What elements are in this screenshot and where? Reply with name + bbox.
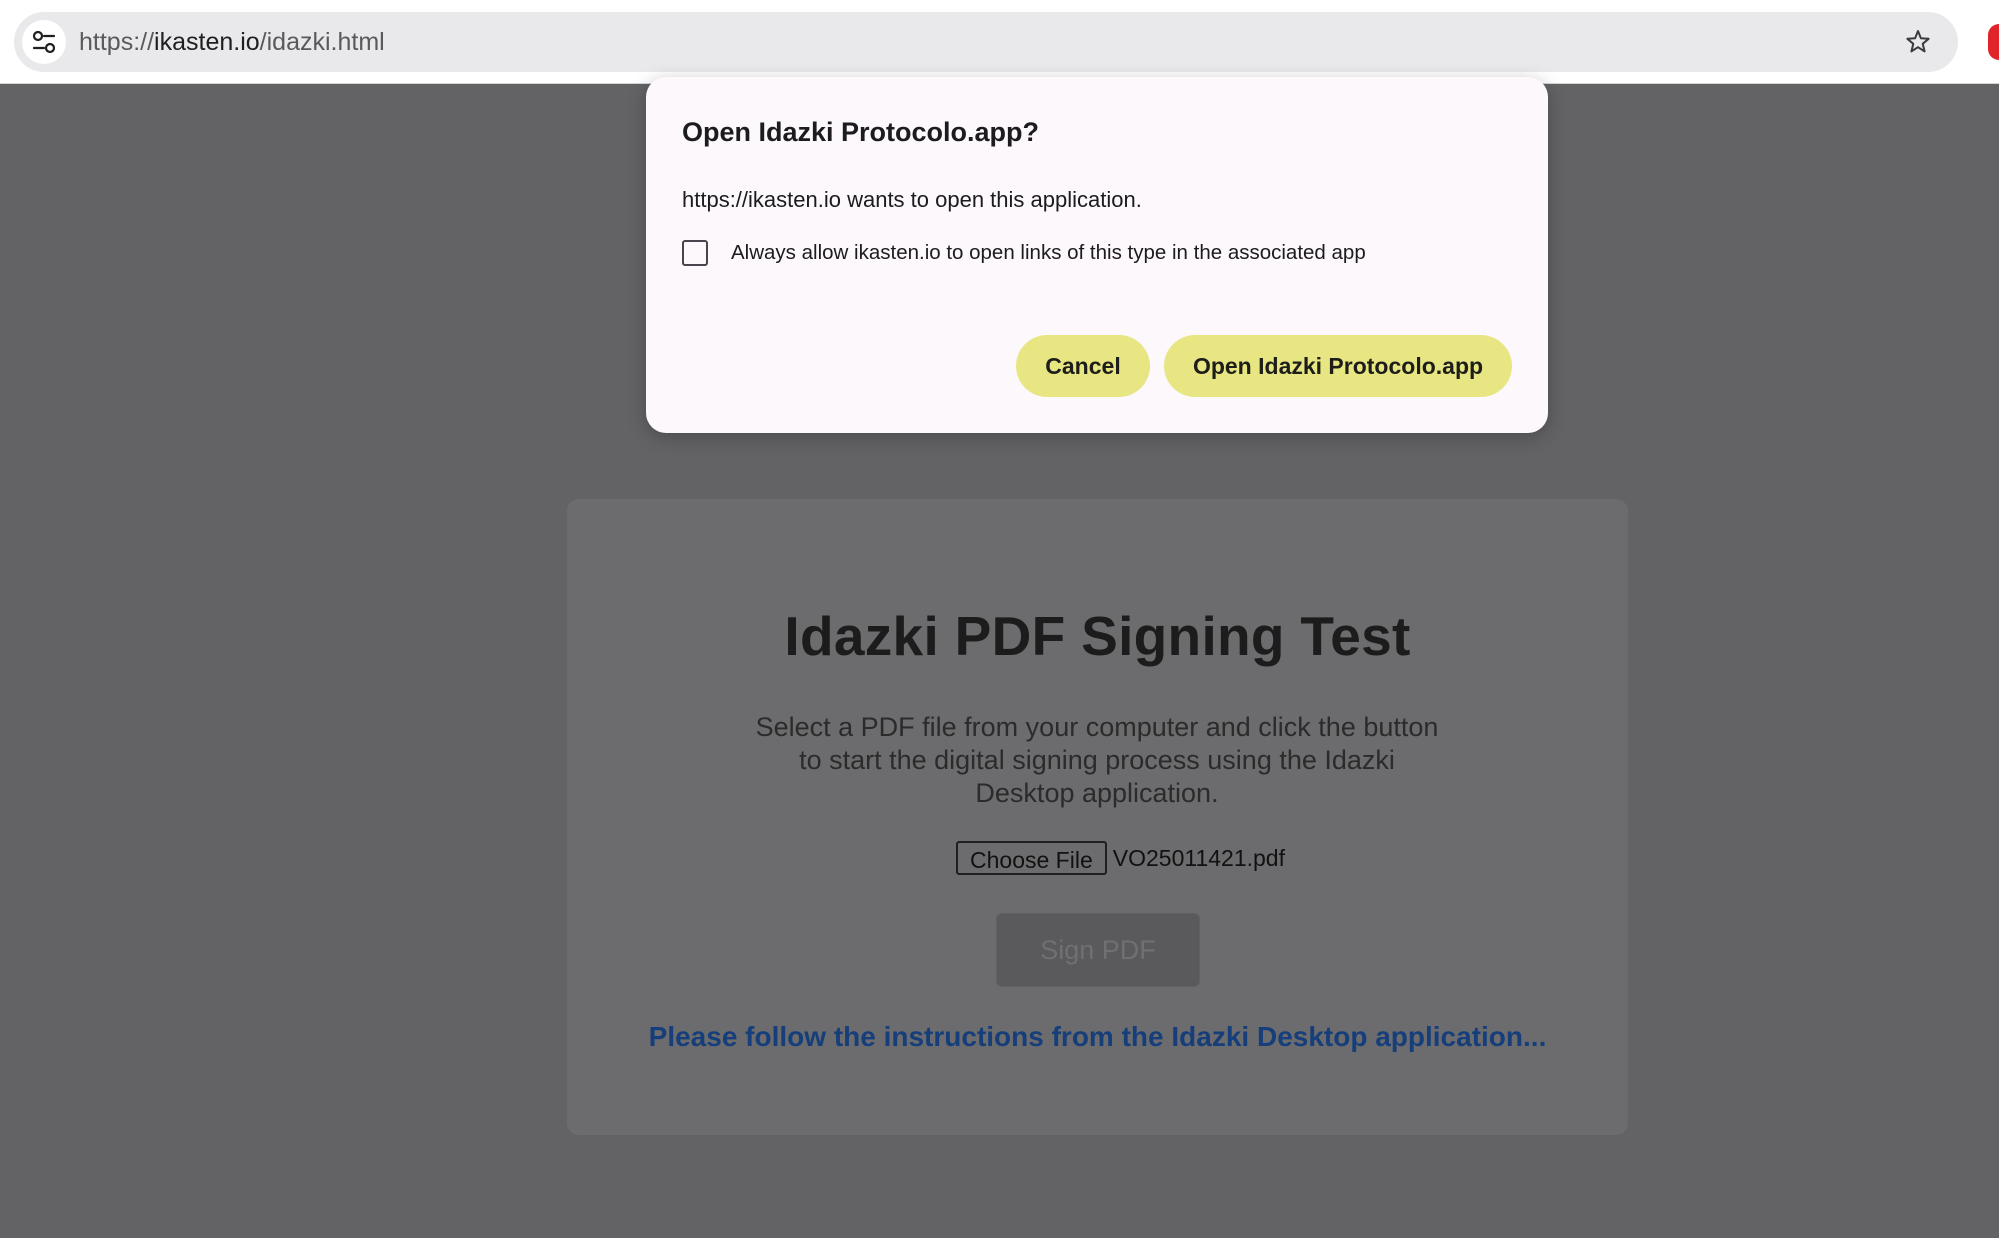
tune-icon: [32, 30, 56, 54]
page-description: Select a PDF file from your computer and…: [755, 712, 1439, 808]
status-message: Please follow the instructions from the …: [648, 1021, 1547, 1052]
always-allow-label[interactable]: Always allow ikasten.io to open links of…: [731, 241, 1366, 265]
selected-file-name: VO25011421.pdf: [1112, 845, 1285, 871]
sign-pdf-button[interactable]: Sign PDF: [996, 913, 1200, 987]
cancel-button[interactable]: Cancel: [1016, 335, 1150, 397]
address-bar[interactable]: https://ikasten.io/idazki.html: [14, 12, 1958, 72]
open-app-button[interactable]: Open Idazki Protocolo.app: [1164, 335, 1512, 397]
choose-file-button[interactable]: Choose File: [956, 841, 1107, 875]
signing-card: Idazki PDF Signing Test Select a PDF fil…: [567, 499, 1628, 1135]
site-info-button[interactable]: [22, 20, 66, 64]
always-allow-checkbox[interactable]: [682, 240, 708, 266]
star-icon[interactable]: [1904, 28, 1932, 56]
url-text[interactable]: https://ikasten.io/idazki.html: [79, 12, 385, 72]
dialog-message: https://ikasten.io wants to open this ap…: [682, 187, 1142, 212]
file-input-row: Choose File VO25011421.pdf: [567, 841, 1628, 879]
open-app-dialog: Open Idazki Protocolo.app? https://ikast…: [646, 77, 1548, 433]
browser-toolbar: https://ikasten.io/idazki.html: [0, 0, 1999, 84]
url-path: /idazki.html: [259, 28, 385, 56]
url-scheme: https://: [79, 28, 155, 56]
extension-icon[interactable]: [1988, 24, 1999, 60]
dialog-title: Open Idazki Protocolo.app?: [682, 117, 1040, 147]
url-host: ikasten.io: [154, 28, 260, 56]
page-title: Idazki PDF Signing Test: [784, 605, 1411, 667]
